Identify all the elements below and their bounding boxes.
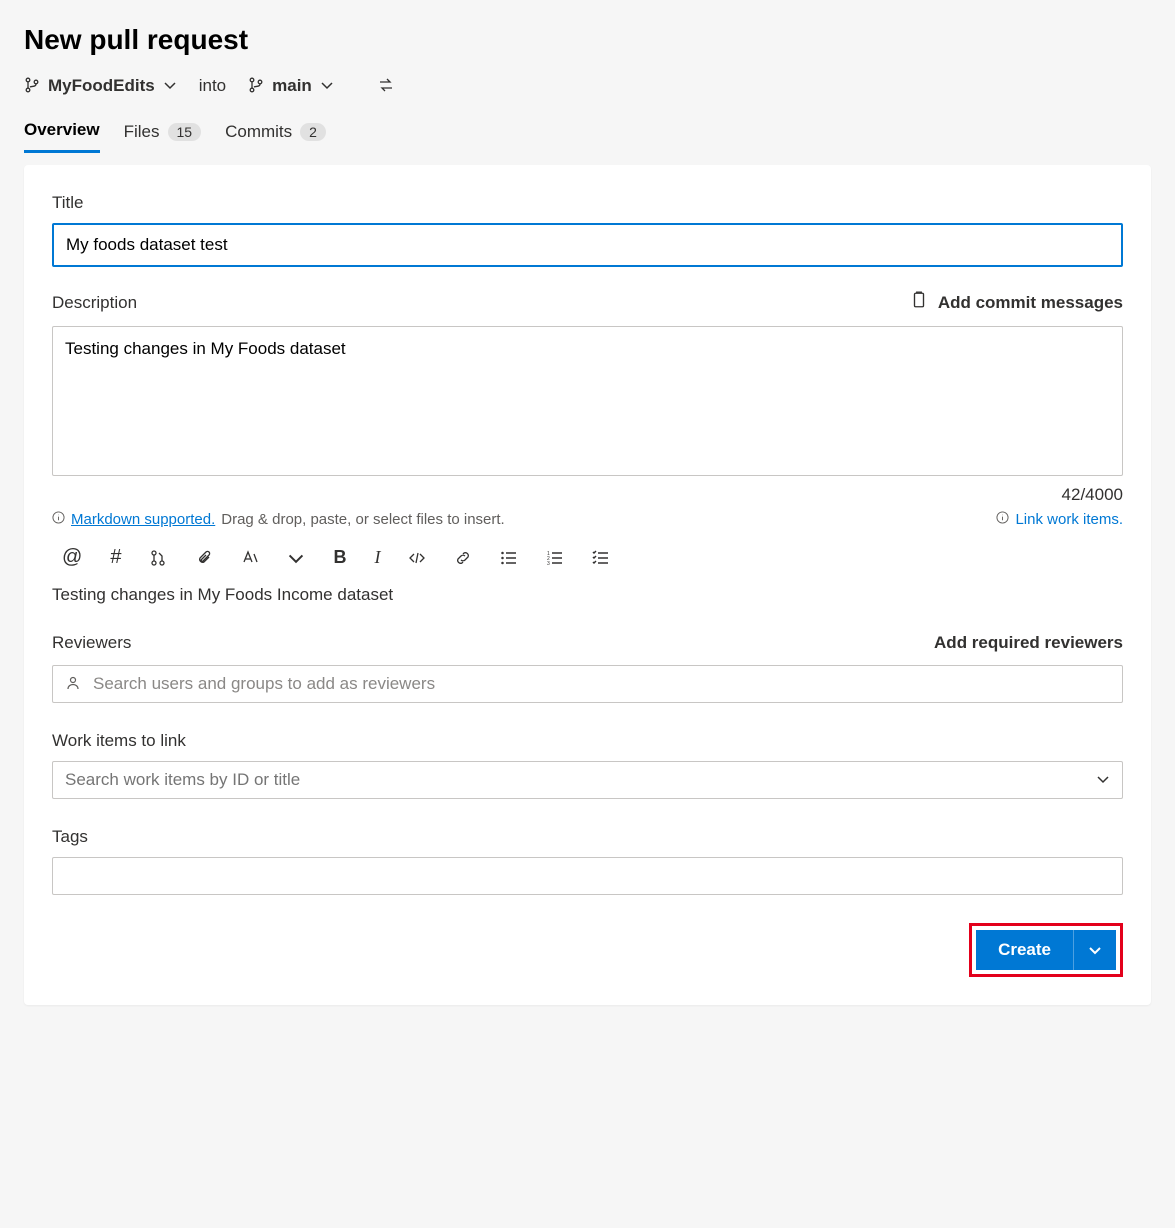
char-count: 42/4000 bbox=[52, 485, 1123, 505]
commits-count-badge: 2 bbox=[300, 123, 326, 141]
tab-commits[interactable]: Commits 2 bbox=[225, 120, 326, 153]
work-items-dropdown[interactable] bbox=[52, 761, 1123, 799]
branch-icon bbox=[248, 77, 264, 96]
tab-label: Overview bbox=[24, 120, 100, 140]
add-commit-messages-button[interactable]: Add commit messages bbox=[910, 291, 1123, 314]
markdown-toolbar: @ # B I 123 bbox=[52, 538, 1123, 585]
bullet-list-button[interactable] bbox=[500, 549, 518, 567]
tags-label: Tags bbox=[52, 827, 1123, 847]
create-dropdown-button[interactable] bbox=[1073, 930, 1116, 970]
pr-form-card: Title Description Add commit messages 42… bbox=[24, 165, 1151, 1005]
source-branch-picker[interactable]: MyFoodEdits bbox=[24, 76, 177, 96]
description-label: Description bbox=[52, 293, 137, 313]
person-icon bbox=[65, 675, 81, 694]
chevron-down-icon bbox=[320, 78, 334, 95]
code-button[interactable] bbox=[408, 549, 426, 567]
italic-button[interactable]: I bbox=[374, 547, 380, 568]
create-button[interactable]: Create bbox=[976, 930, 1073, 970]
numbered-list-button[interactable]: 123 bbox=[546, 549, 564, 567]
branch-selector-bar: MyFoodEdits into main bbox=[24, 76, 1151, 96]
create-button-group: Create bbox=[969, 923, 1123, 977]
tabs: Overview Files 15 Commits 2 bbox=[24, 120, 1151, 153]
branch-icon bbox=[24, 77, 40, 96]
link-work-items-link[interactable]: Link work items. bbox=[996, 511, 1123, 528]
reviewers-search-box[interactable] bbox=[52, 665, 1123, 703]
info-icon bbox=[996, 511, 1009, 528]
reference-button[interactable]: # bbox=[110, 546, 121, 569]
page-title: New pull request bbox=[24, 24, 1151, 56]
into-label: into bbox=[191, 76, 234, 96]
bold-button[interactable]: B bbox=[333, 547, 346, 568]
description-textarea[interactable] bbox=[52, 326, 1123, 476]
source-branch-name: MyFoodEdits bbox=[48, 76, 155, 96]
task-list-button[interactable] bbox=[592, 549, 610, 567]
mention-button[interactable]: @ bbox=[62, 546, 82, 569]
reviewers-input[interactable] bbox=[93, 674, 1110, 694]
files-count-badge: 15 bbox=[168, 123, 202, 141]
pr-link-button[interactable] bbox=[149, 549, 167, 567]
description-preview: Testing changes in My Foods Income datas… bbox=[52, 585, 1123, 605]
tab-files[interactable]: Files 15 bbox=[124, 120, 201, 153]
text-format-button[interactable] bbox=[241, 549, 259, 567]
add-commit-messages-label: Add commit messages bbox=[938, 293, 1123, 313]
title-label: Title bbox=[52, 193, 1123, 213]
drag-drop-hint: Drag & drop, paste, or select files to i… bbox=[221, 511, 504, 528]
clipboard-icon bbox=[910, 291, 928, 314]
chevron-down-icon bbox=[1096, 772, 1110, 789]
swap-branches-button[interactable] bbox=[378, 77, 394, 96]
tags-input[interactable] bbox=[52, 857, 1123, 895]
chevron-down-icon bbox=[163, 78, 177, 95]
svg-text:3: 3 bbox=[547, 561, 550, 567]
work-items-label: Work items to link bbox=[52, 731, 1123, 751]
more-format-button[interactable] bbox=[287, 549, 305, 567]
tab-label: Files bbox=[124, 122, 160, 142]
target-branch-picker[interactable]: main bbox=[248, 76, 334, 96]
reviewers-label: Reviewers bbox=[52, 633, 131, 653]
markdown-supported-link[interactable]: Markdown supported. bbox=[71, 511, 215, 528]
link-work-items-label: Link work items. bbox=[1015, 511, 1123, 528]
info-icon bbox=[52, 511, 65, 528]
title-input[interactable] bbox=[52, 223, 1123, 267]
add-required-reviewers-button[interactable]: Add required reviewers bbox=[934, 633, 1123, 653]
work-items-input[interactable] bbox=[65, 770, 1096, 790]
target-branch-name: main bbox=[272, 76, 312, 96]
tab-label: Commits bbox=[225, 122, 292, 142]
attach-button[interactable] bbox=[195, 549, 213, 567]
link-button[interactable] bbox=[454, 549, 472, 567]
tab-overview[interactable]: Overview bbox=[24, 120, 100, 153]
